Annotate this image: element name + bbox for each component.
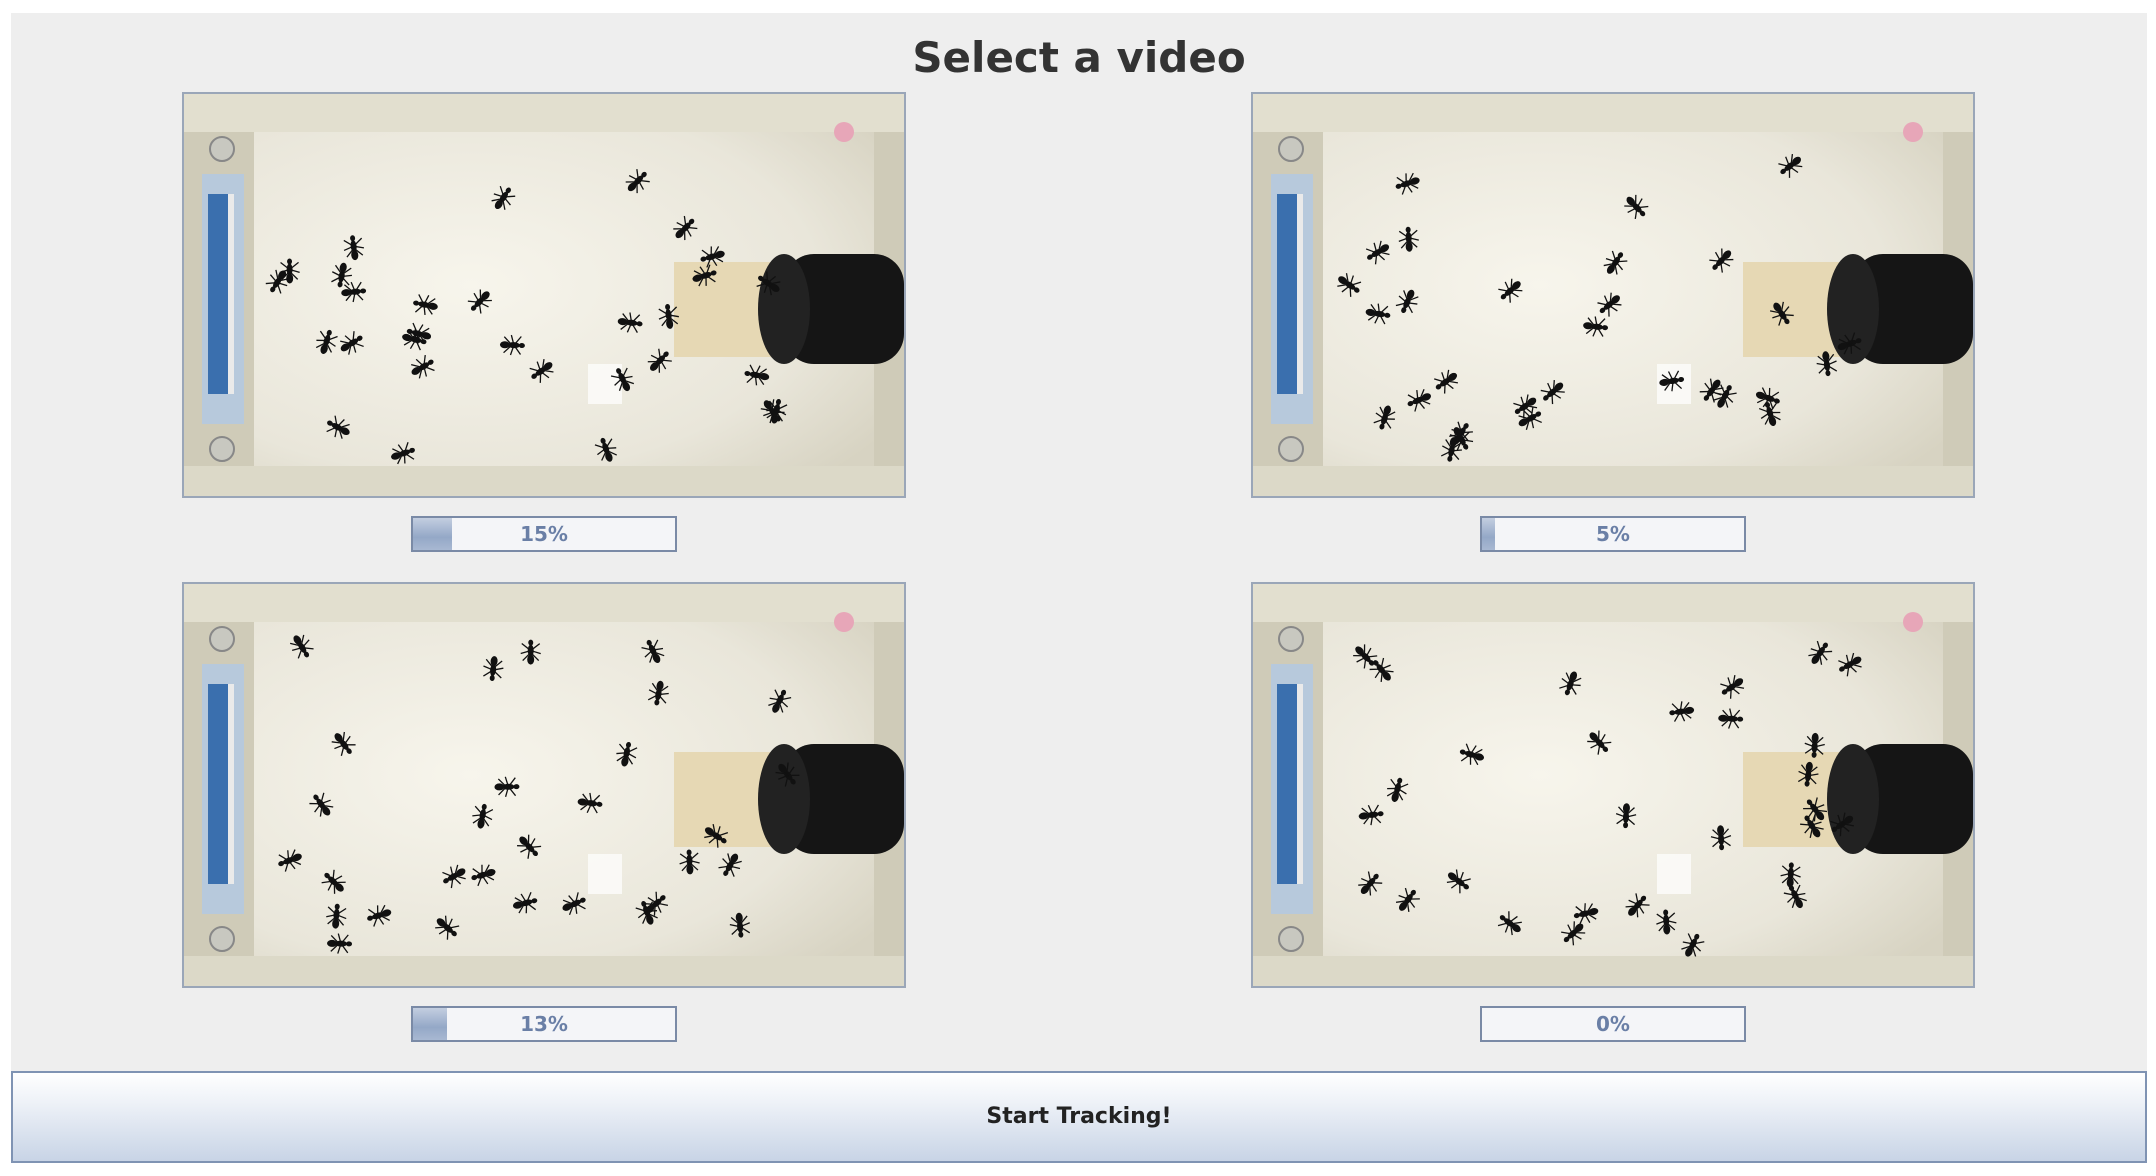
ant-arena-image	[184, 94, 904, 496]
start-tracking-button[interactable]: Start Tracking!	[11, 1071, 2147, 1163]
progress-label-2: 5%	[1596, 522, 1630, 546]
progress-bar-3: 13%	[411, 1006, 677, 1042]
page-title: Select a video	[912, 33, 1246, 82]
app-window: Select a video 15% 5% 13% 0% Start Track…	[11, 13, 2147, 1163]
progress-bar-4: 0%	[1480, 1006, 1746, 1042]
video-thumbnail-1[interactable]	[182, 92, 906, 498]
progress-bar-1: 15%	[411, 516, 677, 552]
progress-label-3: 13%	[520, 1012, 568, 1036]
progress-bar-2: 5%	[1480, 516, 1746, 552]
progress-label-1: 15%	[520, 522, 568, 546]
ant-arena-image	[184, 584, 904, 986]
video-thumbnail-3[interactable]	[182, 582, 906, 988]
progress-label-4: 0%	[1596, 1012, 1630, 1036]
ant-arena-image	[1253, 584, 1973, 986]
ant-arena-image	[1253, 94, 1973, 496]
video-thumbnail-2[interactable]	[1251, 92, 1975, 498]
video-thumbnail-4[interactable]	[1251, 582, 1975, 988]
